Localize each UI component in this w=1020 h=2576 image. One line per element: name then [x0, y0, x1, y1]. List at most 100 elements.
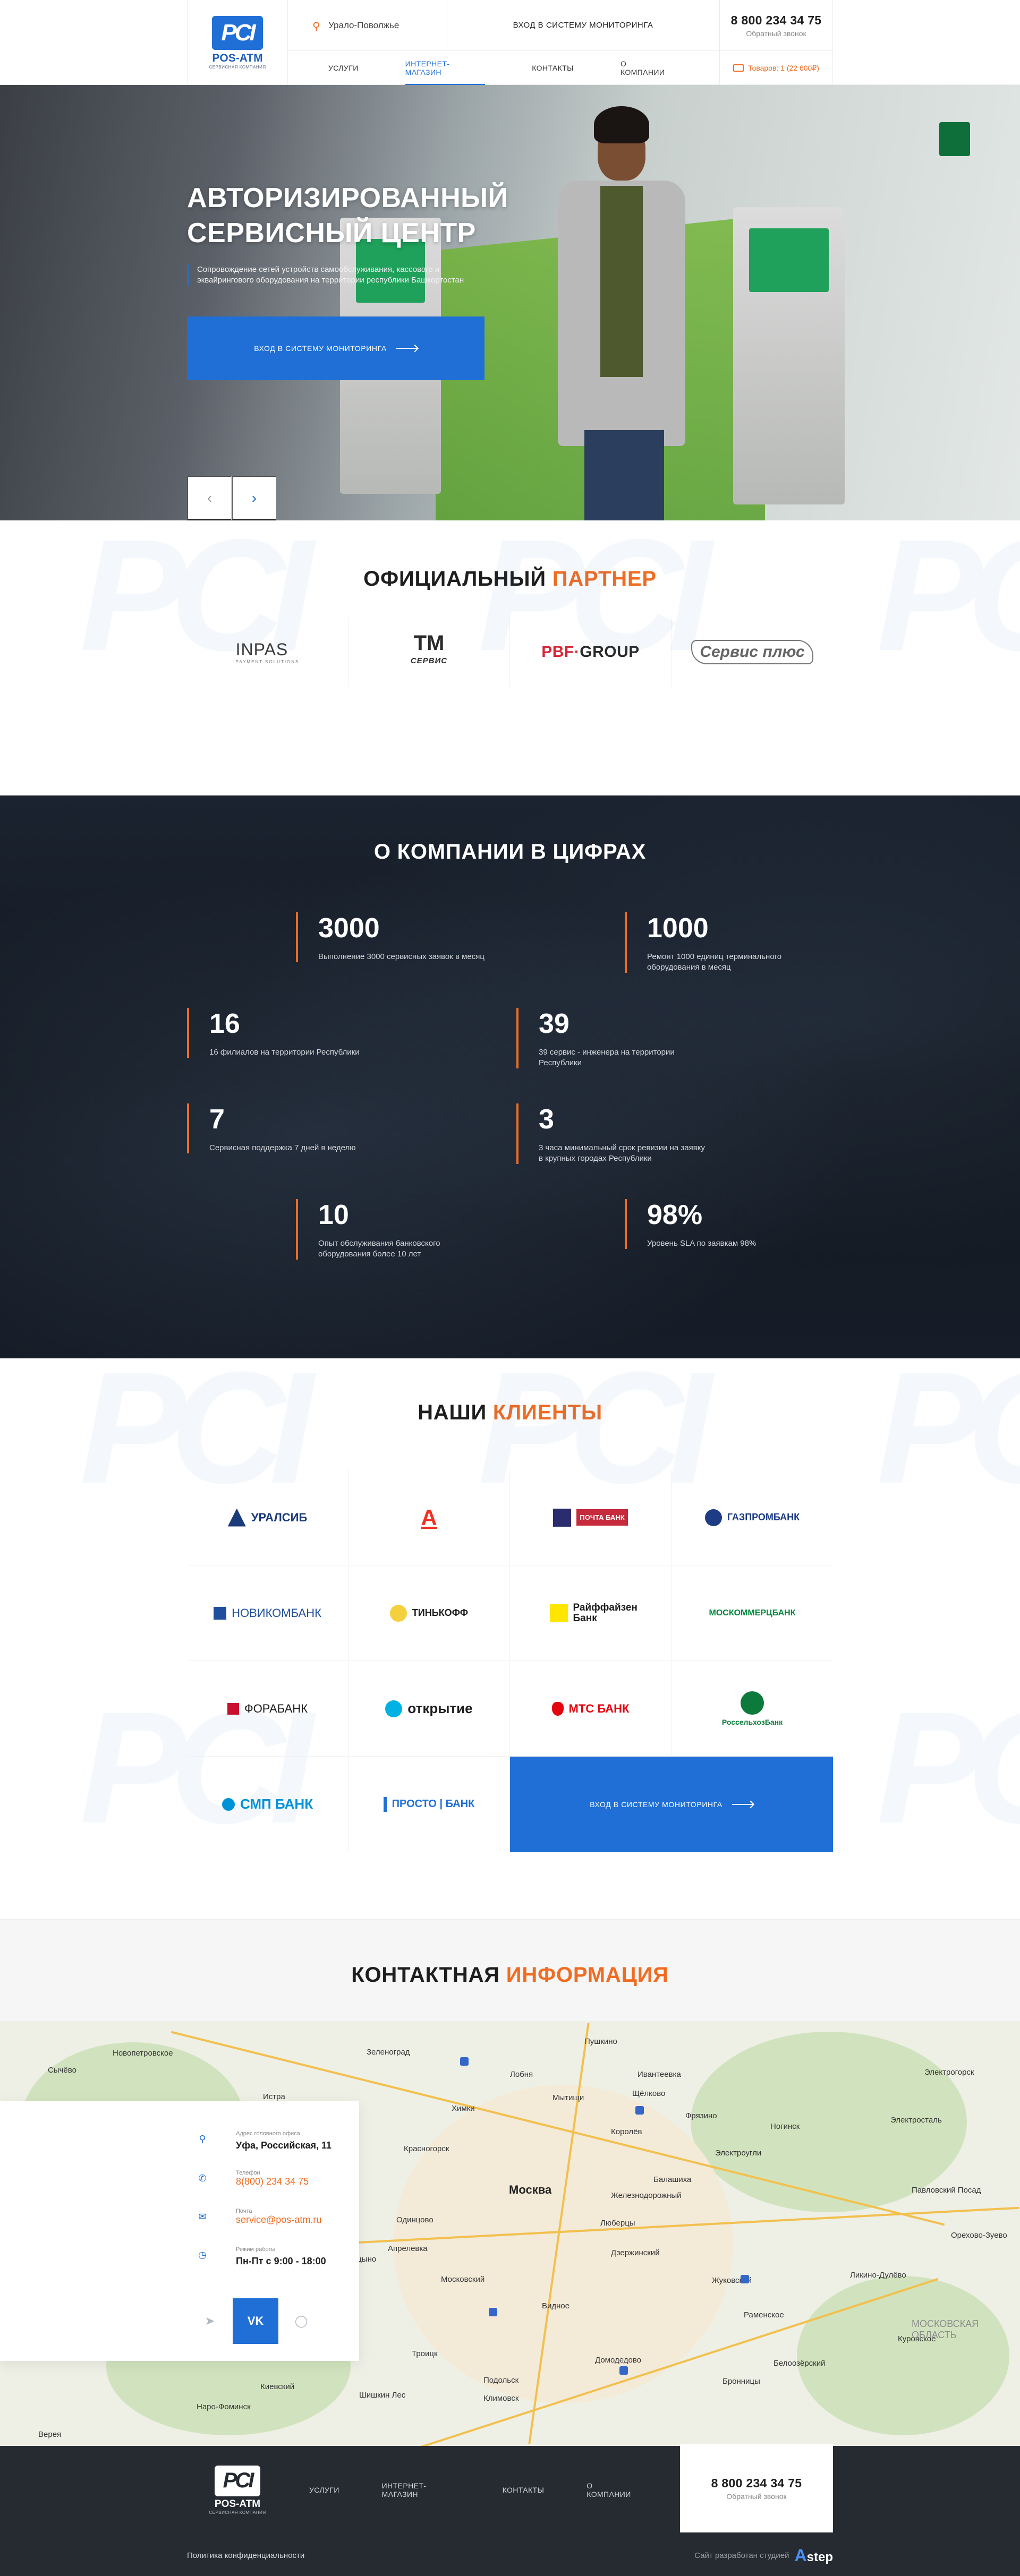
- partner-inpas[interactable]: INPAS PAYMENT SOLUTIONS: [187, 618, 348, 687]
- stat-number: 3: [539, 1104, 554, 1135]
- telegram-button[interactable]: ➤: [187, 2298, 233, 2344]
- map-label: Железнодорожный: [611, 2191, 682, 2200]
- map-label: Апрелевка: [388, 2244, 428, 2253]
- map-pin-icon[interactable]: [489, 2308, 497, 2316]
- hero-content: АВТОРИЗИРОВАННЫЙ СЕРВИСНЫЙ ЦЕНТР Сопрово…: [187, 181, 527, 380]
- footer-nav-services[interactable]: УСЛУГИ: [309, 2481, 339, 2498]
- logo[interactable]: PCI POS-ATM СЕРВИСНАЯ КОМПАНИЯ: [187, 0, 288, 85]
- hero-title: АВТОРИЗИРОВАННЫЙ СЕРВИСНЫЙ ЦЕНТР: [187, 181, 527, 251]
- partner-pbf-group[interactable]: PBF·GROUP: [510, 618, 672, 687]
- instagram-button[interactable]: ◯: [278, 2298, 324, 2344]
- pochta-emblem-icon: [553, 1508, 572, 1527]
- client-forabank[interactable]: ФОРАБАНК: [187, 1661, 348, 1757]
- logo-text: POS-ATM: [212, 52, 263, 64]
- hero-monitoring-button[interactable]: ВХОД В СИСТЕМУ МОНИТОРИНГА: [187, 316, 484, 380]
- site-footer: PCI POS-ATM СЕРВИСНАЯ КОМПАНИЯ УСЛУГИ ИН…: [0, 2444, 1020, 2576]
- map-pin-icon[interactable]: [619, 2366, 628, 2375]
- map-label: Орехово-Зуево: [951, 2231, 1007, 2240]
- email-link[interactable]: service@pos-atm.ru: [236, 2214, 321, 2225]
- client-raiffeisen[interactable]: Райффайзен Банк: [510, 1565, 672, 1661]
- callback-link[interactable]: Обратный звонок: [746, 29, 806, 38]
- header-top-row: ⚲ Урало-Поволжье ВХОД В СИСТЕМУ МОНИТОРИ…: [288, 0, 719, 51]
- map-label: Верея: [38, 2430, 62, 2439]
- stat-label: 16 филиалов на территории Республики: [209, 1048, 360, 1057]
- contacts-title-main: КОНТАКТНАЯ: [351, 1963, 500, 1987]
- stat-number: 7: [209, 1104, 225, 1135]
- map-label: Белоозёрский: [774, 2359, 826, 2368]
- stat-item: 16 16 филиалов на территории Республики: [187, 1008, 379, 1058]
- stat-label: 3 часа минимальный срок ревизии на заявк…: [539, 1143, 705, 1163]
- stat-number: 16: [209, 1008, 240, 1039]
- stat-item: 39 39 сервис - инженера на территории Ре…: [516, 1008, 709, 1068]
- map-region-label: МОСКОВСКАЯ ОБЛАСТЬ: [912, 2318, 979, 2340]
- header-middle: ⚲ Урало-Поволжье ВХОД В СИСТЕМУ МОНИТОРИ…: [288, 0, 719, 85]
- nav-shop[interactable]: ИНТЕРНЕТ-МАГАЗИН: [405, 51, 486, 85]
- footer-nav-contacts[interactable]: КОНТАКТЫ: [503, 2481, 545, 2498]
- map-pin-icon[interactable]: [460, 2057, 469, 2066]
- map-pin-icon[interactable]: [741, 2275, 749, 2283]
- map-label: Одинцово: [396, 2215, 434, 2224]
- alfa-icon: А: [421, 1504, 437, 1530]
- footer-nav-about[interactable]: О КОМПАНИИ: [586, 2481, 638, 2498]
- clients-monitoring-button[interactable]: ВХОД В СИСТЕМУ МОНИТОРИНГА: [510, 1757, 833, 1852]
- astep-logo[interactable]: Astep: [795, 2546, 833, 2565]
- footer-nav-shop[interactable]: ИНТЕРНЕТ-МАГАЗИН: [382, 2481, 460, 2498]
- partner-tm-servis[interactable]: TM СЕРВИС: [348, 618, 510, 687]
- footer-callback-link[interactable]: Обратный звонок: [726, 2492, 786, 2501]
- arrow-right-icon: [396, 348, 418, 349]
- map-label: Балашиха: [653, 2175, 692, 2184]
- map-label: Киевский: [260, 2382, 295, 2391]
- footer-logo[interactable]: PCI POS-ATM СЕРВИСНАЯ КОМПАНИЯ: [187, 2446, 288, 2534]
- vk-button[interactable]: VK: [233, 2298, 278, 2344]
- stat-number: 10: [318, 1200, 349, 1230]
- hero-description: Сопровождение сетей устройств самообслуж…: [187, 264, 474, 286]
- client-name: Райффайзен Банк: [573, 1602, 638, 1624]
- stat-item: 1000 Ремонт 1000 единиц терминального об…: [625, 912, 817, 973]
- nav-contacts[interactable]: КОНТАКТЫ: [532, 51, 574, 85]
- client-prosto-bank[interactable]: ПРОСТО | БАНК: [348, 1757, 510, 1852]
- stat-item: 3 3 часа минимальный срок ревизии на зая…: [516, 1103, 709, 1164]
- client-moscommerzbank[interactable]: МОСКОММЕРЦБАНК: [672, 1565, 833, 1661]
- client-name: ТИНЬКОФФ: [412, 1607, 469, 1618]
- nav-about[interactable]: О КОМПАНИИ: [620, 51, 673, 85]
- client-gazprombank[interactable]: ГАЗПРОМБАНК: [672, 1470, 833, 1565]
- client-name: ПОЧТА БАНК: [576, 1509, 628, 1526]
- privacy-link[interactable]: Политика конфиденциальности: [187, 2551, 304, 2560]
- partner-servis-plus[interactable]: Сервис плюс: [672, 618, 833, 687]
- client-otkritie[interactable]: открытие: [348, 1661, 510, 1757]
- tinkoff-icon: [389, 1604, 407, 1622]
- stats-title: О КОМПАНИИ В ЦИФРАХ: [373, 840, 647, 863]
- client-rosselkhozbank[interactable]: РоссельхозБанк: [672, 1661, 833, 1757]
- map-label: Химки: [452, 2104, 475, 2113]
- client-tinkoff[interactable]: ТИНЬКОФФ: [348, 1565, 510, 1661]
- map-pin-icon[interactable]: [635, 2106, 644, 2115]
- email-label: Почта: [236, 2208, 252, 2214]
- client-alfa[interactable]: А: [348, 1470, 510, 1565]
- cart-link[interactable]: Товаров: 1 (22 600₽): [720, 51, 832, 85]
- client-mts-bank[interactable]: МТС БАНК: [510, 1661, 672, 1757]
- monitoring-login-link[interactable]: ВХОД В СИСТЕМУ МОНИТОРИНГА: [447, 0, 719, 50]
- client-novikombank[interactable]: НОВИКОМБАНК: [187, 1565, 348, 1661]
- contacts-map[interactable]: Зеленоград Пушкино Щёлково Химки Мытищи …: [0, 2021, 1020, 2446]
- footer-phone[interactable]: 8 800 234 34 75: [711, 2476, 802, 2491]
- client-uralsib[interactable]: УРАЛСИБ: [187, 1470, 348, 1565]
- map-label: Климовск: [483, 2394, 519, 2403]
- client-smp-bank[interactable]: СМП БАНК: [187, 1757, 348, 1852]
- header-phone[interactable]: 8 800 234 34 75: [731, 13, 822, 28]
- novikom-icon: [214, 1606, 227, 1620]
- vk-icon: VK: [247, 2314, 264, 2327]
- map-label: Электроугли: [715, 2149, 762, 2158]
- phone-link[interactable]: 8(800) 234 34 75: [236, 2176, 309, 2187]
- client-pochta-bank[interactable]: ПОЧТА БАНК: [510, 1470, 672, 1565]
- social-links: ➤ VK ◯: [187, 2298, 324, 2344]
- nav-services[interactable]: УСЛУГИ: [328, 51, 359, 85]
- slider-prev-button[interactable]: ‹: [187, 476, 232, 520]
- tm-sub: СЕРВИС: [410, 656, 448, 665]
- map-pin-icon: ⚲: [312, 20, 320, 32]
- slider-next-button[interactable]: ›: [232, 476, 276, 520]
- cart-summary: Товаров: 1 (22 600₽): [748, 63, 819, 72]
- region-selector[interactable]: ⚲ Урало-Поволжье: [288, 0, 447, 50]
- contact-card: ⚲ Адрес головного офиса Уфа, Российская,…: [0, 2101, 359, 2361]
- map-label-moscow: Москва: [509, 2183, 552, 2196]
- map-label: Щёлково: [632, 2089, 666, 2098]
